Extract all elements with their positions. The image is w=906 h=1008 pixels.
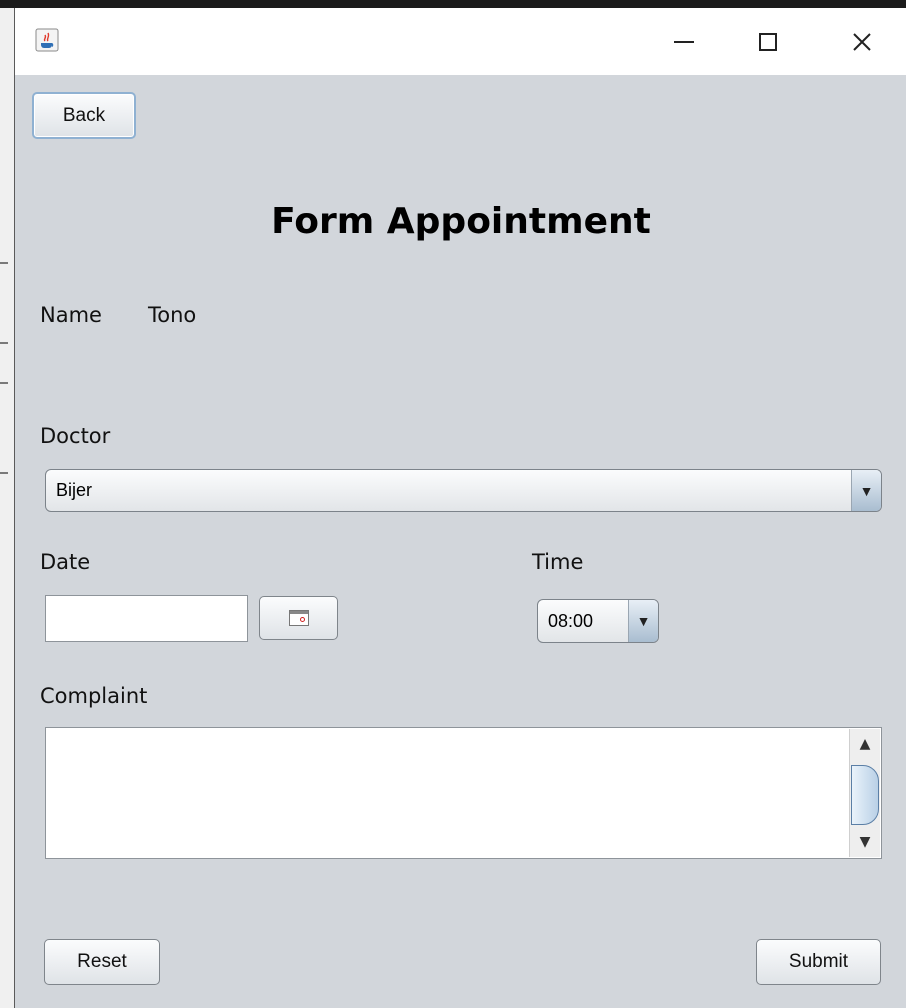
close-button[interactable] (831, 20, 893, 64)
doctor-dropdown[interactable]: Bijer ▼ (45, 469, 882, 512)
edge-tick (0, 262, 8, 264)
submit-button[interactable]: Submit (756, 939, 881, 985)
chevron-down-icon[interactable]: ▼ (851, 470, 881, 511)
minimize-button[interactable] (653, 20, 715, 64)
chevron-down-icon[interactable]: ▼ (628, 600, 658, 642)
scroll-down-icon[interactable]: ▼ (850, 829, 880, 855)
date-input[interactable] (45, 595, 248, 642)
minimize-icon (674, 41, 694, 43)
time-selected-value: 08:00 (548, 610, 594, 631)
reset-button[interactable]: Reset (44, 939, 160, 985)
name-label: Name (40, 303, 102, 327)
edge-tick (0, 472, 8, 474)
desktop-top-edge (0, 0, 906, 8)
edge-tick (0, 342, 8, 344)
date-label: Date (40, 550, 91, 574)
name-value: Tono (148, 303, 197, 327)
vertical-scrollbar[interactable]: ▲ ▼ (849, 729, 880, 857)
appointment-window: Back Form Appointment Name Tono Doctor B… (14, 8, 906, 1008)
close-icon (853, 33, 871, 51)
java-coffee-icon[interactable] (35, 28, 59, 52)
scrollbar-thumb[interactable] (851, 765, 879, 825)
title-bar[interactable] (15, 8, 906, 75)
complaint-label: Complaint (40, 684, 148, 708)
back-button[interactable]: Back (32, 92, 136, 139)
background-window-edge (0, 8, 15, 1008)
page-title: Form Appointment (271, 201, 651, 242)
calendar-icon (288, 610, 309, 626)
calendar-button[interactable] (259, 596, 338, 640)
maximize-icon (759, 33, 777, 51)
time-dropdown[interactable]: 08:00 ▼ (537, 599, 659, 643)
time-label: Time (532, 550, 584, 574)
complaint-textarea[interactable]: ▲ ▼ (45, 727, 882, 859)
doctor-selected-value: Bijer (56, 480, 93, 500)
doctor-label: Doctor (40, 424, 111, 448)
maximize-button[interactable] (737, 20, 799, 64)
scroll-up-icon[interactable]: ▲ (850, 731, 880, 757)
edge-tick (0, 382, 8, 384)
